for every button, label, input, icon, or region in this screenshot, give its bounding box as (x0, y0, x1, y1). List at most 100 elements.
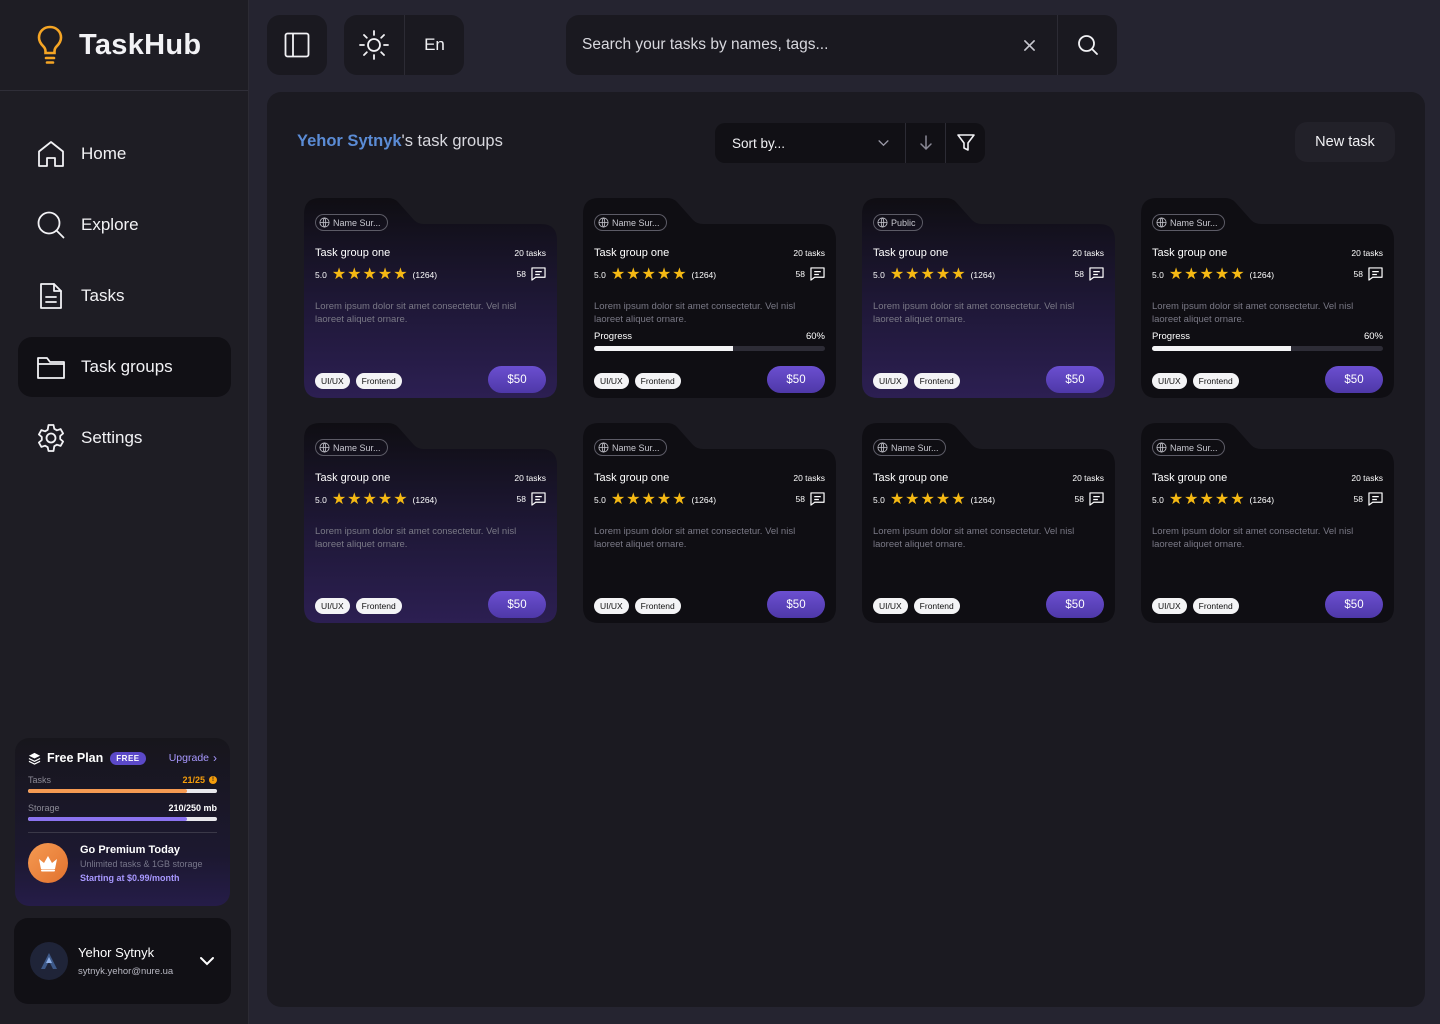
card-description: Lorem ipsum dolor sit amet consectetur. … (873, 301, 1075, 325)
comments[interactable]: 58 (1075, 267, 1104, 281)
comments[interactable]: 58 (517, 267, 546, 281)
toggle-sidebar-button[interactable] (267, 15, 327, 75)
review-count: (1264) (691, 495, 717, 505)
tag[interactable]: UI/UX (1152, 373, 1187, 389)
price-button[interactable]: $50 (488, 366, 546, 393)
owner-name: Name Sur... (1170, 217, 1218, 228)
owner-name: Name Sur... (333, 442, 381, 453)
tag[interactable]: Frontend (634, 598, 681, 614)
tag-list: UI/UX Frontend (315, 373, 408, 389)
rating-stars: ★ ★ ★ ★ ★ (1169, 492, 1246, 508)
star-icon: ★ (377, 491, 393, 508)
premium-price: Starting at $0.99/month (80, 872, 180, 883)
comments[interactable]: 58 (796, 492, 825, 506)
comment-icon (531, 267, 546, 281)
sidebar-item-explore[interactable]: Explore (18, 195, 231, 255)
review-count: (1264) (1249, 270, 1275, 280)
owner-link[interactable]: Yehor Sytnyk (297, 132, 402, 150)
card-description: Lorem ipsum dolor sit amet consectetur. … (1152, 526, 1354, 550)
sidebar-item-task-groups[interactable]: Task groups (18, 337, 231, 397)
tag[interactable]: UI/UX (594, 373, 629, 389)
sort-select[interactable]: Sort by... (715, 136, 905, 151)
task-count: 20 tasks (1351, 248, 1383, 258)
task-group-card[interactable]: Public Task group one 20 tasks 5.0 ★ ★ ★ ★ ★… (862, 198, 1115, 398)
star-icon: ★ (362, 266, 377, 283)
task-group-card[interactable]: Name Sur... Task group one 20 tasks 5.0 … (583, 198, 836, 398)
sidebar-item-settings[interactable]: Settings (18, 408, 231, 468)
task-group-card[interactable]: Name Sur... Task group one 20 tasks 5.0 … (1141, 198, 1394, 398)
comments[interactable]: 58 (1075, 492, 1104, 506)
tag[interactable]: Frontend (913, 373, 960, 389)
tag[interactable]: Frontend (1192, 598, 1239, 614)
clear-search-button[interactable] (1001, 15, 1057, 75)
sort-direction-button[interactable] (905, 123, 945, 163)
sidebar-item-home[interactable]: Home (18, 124, 231, 184)
plan-title: Free Plan (47, 751, 104, 765)
price-button[interactable]: $50 (1046, 591, 1104, 618)
price-button[interactable]: $50 (1046, 366, 1104, 393)
premium-promo[interactable]: Go Premium Today Unlimited tasks & 1GB s… (28, 843, 217, 883)
sidebar-item-label: Tasks (81, 286, 125, 305)
task-group-card[interactable]: Name Sur... Task group one 20 tasks 5.0 … (304, 423, 557, 623)
task-count: 20 tasks (1072, 473, 1104, 483)
rating-stars: ★ ★ ★ ★ ★ (332, 491, 409, 508)
comments[interactable]: 58 (1354, 267, 1383, 281)
tag[interactable]: Frontend (355, 373, 402, 389)
progress-bar (594, 346, 825, 351)
tag[interactable]: Frontend (634, 373, 681, 389)
visibility-pill: Name Sur... (315, 214, 388, 231)
search-input[interactable] (566, 15, 1001, 75)
tag[interactable]: UI/UX (873, 598, 908, 614)
new-task-button[interactable]: New task (1295, 122, 1395, 162)
price-button[interactable]: $50 (1325, 591, 1383, 618)
upgrade-label: Upgrade (168, 752, 209, 764)
price-button[interactable]: $50 (767, 366, 825, 393)
card-description: Lorem ipsum dolor sit amet consectetur. … (873, 526, 1075, 550)
divider (28, 832, 217, 833)
task-count: 20 tasks (793, 248, 825, 258)
tasks-usage-fill (28, 789, 187, 793)
comments[interactable]: 58 (517, 492, 546, 506)
tag[interactable]: UI/UX (873, 373, 908, 389)
comments[interactable]: 58 (1354, 492, 1383, 506)
card-description: Lorem ipsum dolor sit amet consectetur. … (1152, 301, 1354, 325)
user-menu[interactable]: Yehor Sytnyk sytnyk.yehor@nure.ua (14, 918, 231, 1004)
tag[interactable]: Frontend (913, 598, 960, 614)
upgrade-link[interactable]: Upgrade › (169, 751, 217, 765)
card-description: Lorem ipsum dolor sit amet consectetur. … (594, 301, 796, 325)
task-group-card[interactable]: Name Sur... Task group one 20 tasks 5.0 … (304, 198, 557, 398)
star-icon: ★ (1199, 266, 1214, 283)
comment-count: 58 (795, 494, 805, 504)
premium-title: Go Premium Today (80, 843, 181, 856)
brand[interactable]: TaskHub (0, 0, 248, 91)
tag[interactable]: Frontend (1192, 373, 1239, 389)
search-submit-button[interactable] (1057, 15, 1117, 75)
tag[interactable]: UI/UX (315, 598, 350, 614)
comment-icon (810, 492, 825, 506)
star-icon: ★ (610, 266, 626, 283)
rating-stars: ★ ★ ★ ★ ★ (1169, 266, 1246, 283)
progress-fill (594, 346, 733, 351)
chevron-down-icon (200, 957, 214, 966)
tag[interactable]: UI/UX (1152, 598, 1187, 614)
language-button[interactable]: En (404, 15, 464, 75)
price-button[interactable]: $50 (767, 591, 825, 618)
task-group-card[interactable]: Name Sur... Task group one 20 tasks 5.0 … (862, 423, 1115, 623)
tag[interactable]: Frontend (355, 598, 402, 614)
tag[interactable]: UI/UX (594, 598, 629, 614)
theme-toggle-button[interactable] (344, 15, 404, 75)
globe-icon (1156, 442, 1167, 453)
task-group-card[interactable]: Name Sur... Task group one 20 tasks 5.0 … (1141, 423, 1394, 623)
card-description: Lorem ipsum dolor sit amet consectetur. … (315, 301, 517, 325)
filter-button[interactable] (945, 123, 985, 163)
sidebar-item-tasks[interactable]: Tasks (18, 266, 231, 326)
task-group-card[interactable]: Name Sur... Task group one 20 tasks 5.0 … (583, 423, 836, 623)
comment-count: 58 (1353, 269, 1363, 279)
sidebar-nav: Home Explore Tasks Task groups Settings (18, 124, 231, 479)
review-count: (1264) (970, 270, 996, 280)
price-button[interactable]: $50 (488, 591, 546, 618)
star-icon: ★ (656, 491, 672, 508)
tag[interactable]: UI/UX (315, 373, 350, 389)
comments[interactable]: 58 (796, 267, 825, 281)
price-button[interactable]: $50 (1325, 366, 1383, 393)
